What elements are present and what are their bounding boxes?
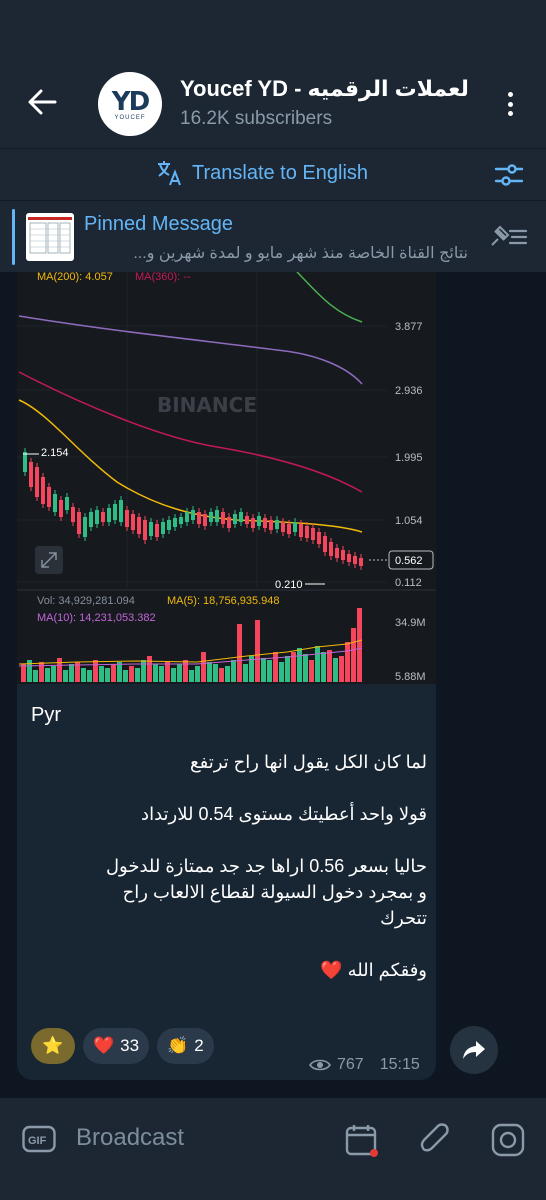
- reaction-count: 33: [120, 1036, 140, 1055]
- price-label: 0.112: [395, 577, 422, 589]
- translate-bar: Translate to English: [0, 148, 546, 200]
- price-label: 1.054: [395, 515, 423, 527]
- ma360-label: MA(360): --: [135, 272, 191, 283]
- attach-button[interactable]: [418, 1122, 454, 1163]
- chart-watermark: BINANCE: [157, 393, 257, 417]
- vol-label-min: 5.88M: [395, 671, 426, 683]
- gif-label: GIF: [28, 1135, 47, 1147]
- share-arrow-icon: [463, 1041, 485, 1059]
- channel-title[interactable]: Youcef YD - لعملات الرقميه: [180, 76, 470, 102]
- avatar-logo: YD: [111, 87, 150, 117]
- pinned-title: Pinned Message: [84, 213, 233, 235]
- message-line: وفقكم الله ❤️: [320, 960, 427, 980]
- ma200-label: MA(200): 4.057: [37, 272, 113, 283]
- paperclip-icon: [420, 1123, 449, 1152]
- price-label: 2.936: [395, 385, 423, 397]
- avatar-logo-sub: YOUCEF: [114, 115, 146, 121]
- channel-avatar[interactable]: YD YOUCEF: [98, 72, 162, 136]
- message-bubble[interactable]: BINANCE MA(200): 4.057 MA(360): -- 3.877…: [17, 272, 436, 1080]
- translate-button[interactable]: Translate to English: [156, 159, 368, 187]
- low-label: 0.210: [275, 579, 303, 591]
- dot-icon: [507, 92, 513, 97]
- schedule-button[interactable]: [344, 1122, 380, 1163]
- share-button[interactable]: [450, 1026, 498, 1074]
- input-bar: GIF Broadcast: [0, 1098, 546, 1200]
- broadcast-input[interactable]: Broadcast: [76, 1124, 184, 1152]
- vol-label: Vol: 34,929,281.094: [37, 595, 135, 607]
- message-text: Pyr لما كان الكل يقول انها راح ترتفع قولا…: [31, 704, 427, 983]
- camera-icon: [491, 1123, 525, 1157]
- message-line: لما كان الكل يقول انها راح ترتفع: [190, 752, 427, 772]
- message-lines: لما كان الكل يقول انها راح ترتفع قولا واح…: [31, 749, 427, 983]
- expand-icon: [35, 546, 63, 574]
- message-meta: 767 15:15: [309, 1056, 420, 1074]
- camera-button[interactable]: [490, 1122, 526, 1163]
- more-menu-button[interactable]: [496, 86, 524, 122]
- gif-button[interactable]: GIF: [22, 1124, 56, 1159]
- subscriber-count: 16.2K subscribers: [180, 108, 333, 129]
- reaction-clap[interactable]: 👏 2: [157, 1028, 214, 1064]
- pinned-preview: نتائج القناة الخاصة منذ شهر مايو و لمدة …: [133, 245, 468, 262]
- pinned-message-bar[interactable]: Pinned Message نتائج القناة الخاصة منذ ش…: [0, 200, 546, 272]
- star-icon: ⭐: [42, 1036, 64, 1055]
- view-count: 767: [337, 1056, 364, 1073]
- pinned-thumbnail: [26, 213, 74, 261]
- pinned-list-button[interactable]: [488, 223, 528, 256]
- message-line: تتحرك: [380, 908, 427, 928]
- price-chart: BINANCE MA(200): 4.057 MA(360): -- 3.877…: [17, 272, 436, 684]
- vol-ma5-label: MA(5): 18,756,935.948: [167, 595, 280, 607]
- translate-settings-button[interactable]: [494, 161, 524, 194]
- chat-header: YD YOUCEF Youcef YD - لعملات الرقميه 16.…: [0, 0, 546, 148]
- dot-icon: [507, 101, 513, 107]
- high-label: 2.154: [41, 447, 69, 459]
- reaction-heart[interactable]: ❤️ 33: [83, 1028, 150, 1064]
- clap-icon: 👏: [167, 1036, 189, 1055]
- dot-icon: [507, 111, 513, 116]
- message-line: قولا واحد أعطيتك مستوى 0.54 للارتداد: [141, 804, 427, 824]
- reactions-row: ⭐ ❤️ 33 👏 2: [31, 1028, 214, 1064]
- sliders-icon: [494, 164, 524, 186]
- pinned-indicator: [12, 209, 15, 265]
- chat-area[interactable]: BINANCE MA(200): 4.057 MA(360): -- 3.877…: [0, 272, 546, 1098]
- price-label: 3.877: [395, 321, 423, 333]
- message-line: حاليا بسعر 0.56 اراها جد جد ممتازة للدخو…: [105, 856, 427, 876]
- current-price-label: 0.562: [395, 555, 423, 567]
- vol-ma10-label: MA(10): 14,231,053.382: [37, 612, 156, 624]
- message-line: و بمجرد دخول السيولة لقطاع الالعاب راح: [122, 882, 427, 902]
- message-title: Pyr: [31, 704, 61, 726]
- translate-icon: [158, 161, 181, 186]
- price-label: 1.995: [395, 452, 423, 464]
- chart-image[interactable]: BINANCE MA(200): 4.057 MA(360): -- 3.877…: [17, 272, 436, 684]
- translate-label: Translate to English: [192, 161, 369, 184]
- pin-list-icon: [491, 225, 528, 246]
- reaction-count: 2: [194, 1036, 204, 1055]
- calendar-icon: [345, 1125, 378, 1157]
- message-time: 15:15: [379, 1056, 420, 1073]
- back-button[interactable]: [22, 82, 62, 122]
- gif-icon: GIF: [22, 1125, 56, 1153]
- heart-icon: ❤️: [93, 1036, 115, 1055]
- arrow-left-icon: [28, 89, 57, 115]
- reaction-star[interactable]: ⭐: [31, 1028, 75, 1064]
- vol-label-max: 34.9M: [395, 617, 426, 629]
- eye-icon: [309, 1059, 331, 1071]
